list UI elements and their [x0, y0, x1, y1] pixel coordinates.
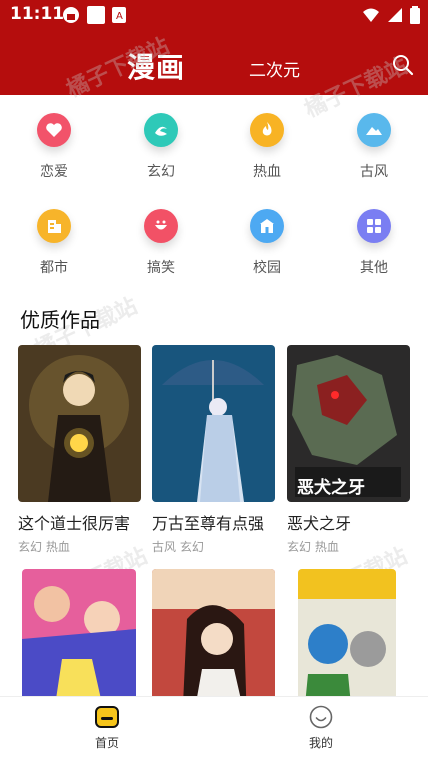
category-label: 都市	[40, 260, 68, 276]
cover-title-text: 恶犬之牙	[297, 478, 365, 498]
grid-icon	[357, 209, 391, 243]
category-grid: 恋爱 玄幻 热血 古风 都市 搞笑 校园 其他	[0, 95, 428, 295]
category-urban[interactable]: 都市	[9, 191, 99, 281]
work-card[interactable]: 万古至尊有点强 古风 玄幻	[152, 345, 275, 555]
notification-icon	[87, 6, 105, 24]
android-icon	[63, 7, 79, 23]
cover-image[interactable]	[152, 345, 275, 502]
category-label: 校园	[253, 260, 281, 276]
work-title: 恶犬之牙	[287, 514, 352, 533]
cover-image[interactable]	[18, 345, 141, 502]
category-label: 恋爱	[40, 164, 68, 180]
wifi-icon	[363, 8, 379, 22]
search-icon[interactable]	[392, 54, 414, 76]
status-time: 11:11	[10, 4, 65, 24]
category-label: 其他	[360, 260, 388, 276]
app-header: 漫画 二次元	[0, 30, 428, 95]
category-ancient[interactable]: 古风	[329, 95, 419, 185]
category-fantasy[interactable]: 玄幻	[116, 95, 206, 185]
mountain-icon	[357, 113, 391, 147]
battery-icon	[410, 6, 420, 24]
work-tags: 古风 玄幻	[152, 540, 204, 554]
work-tags: 玄幻 热血	[287, 540, 339, 554]
work-card[interactable]: 这个道士很厉害 玄幻 热血	[18, 345, 141, 555]
tab-label: 首页	[94, 736, 119, 750]
svg-text:A: A	[116, 11, 123, 22]
work-card[interactable]: 恶犬之牙 恶犬之牙 玄幻 热血	[287, 345, 410, 555]
category-campus[interactable]: 校园	[222, 191, 312, 281]
smile-icon	[309, 705, 333, 729]
category-label: 玄幻	[147, 164, 175, 180]
work-title: 这个道士很厉害	[18, 514, 131, 533]
a-icon: A	[112, 7, 126, 23]
building-icon	[37, 209, 71, 243]
category-label: 热血	[253, 164, 281, 180]
laugh-icon	[144, 209, 178, 243]
signal-icon	[388, 8, 402, 22]
work-title: 万古至尊有点强	[152, 514, 265, 533]
category-romance[interactable]: 恋爱	[9, 95, 99, 185]
home-icon	[95, 706, 119, 728]
tab-mine[interactable]: 我的	[276, 705, 366, 751]
bottom-tab-bar: 首页 我的	[0, 696, 428, 762]
category-comedy[interactable]: 搞笑	[116, 191, 206, 281]
category-label: 搞笑	[147, 260, 175, 276]
flame-icon	[250, 113, 284, 147]
category-other[interactable]: 其他	[329, 191, 419, 281]
header-subtitle[interactable]: 二次元	[249, 56, 300, 81]
category-action[interactable]: 热血	[222, 95, 312, 185]
category-label: 古风	[360, 164, 388, 180]
section-title: 优质作品	[20, 308, 100, 332]
page-title: 漫画	[127, 51, 186, 84]
heart-icon	[37, 113, 71, 147]
tab-home[interactable]: 首页	[62, 705, 152, 751]
status-bar: 11:11 A	[0, 0, 428, 30]
tab-label: 我的	[308, 736, 333, 750]
swirl-icon	[144, 113, 178, 147]
work-tags: 玄幻 热血	[18, 540, 70, 554]
school-icon	[250, 209, 284, 243]
